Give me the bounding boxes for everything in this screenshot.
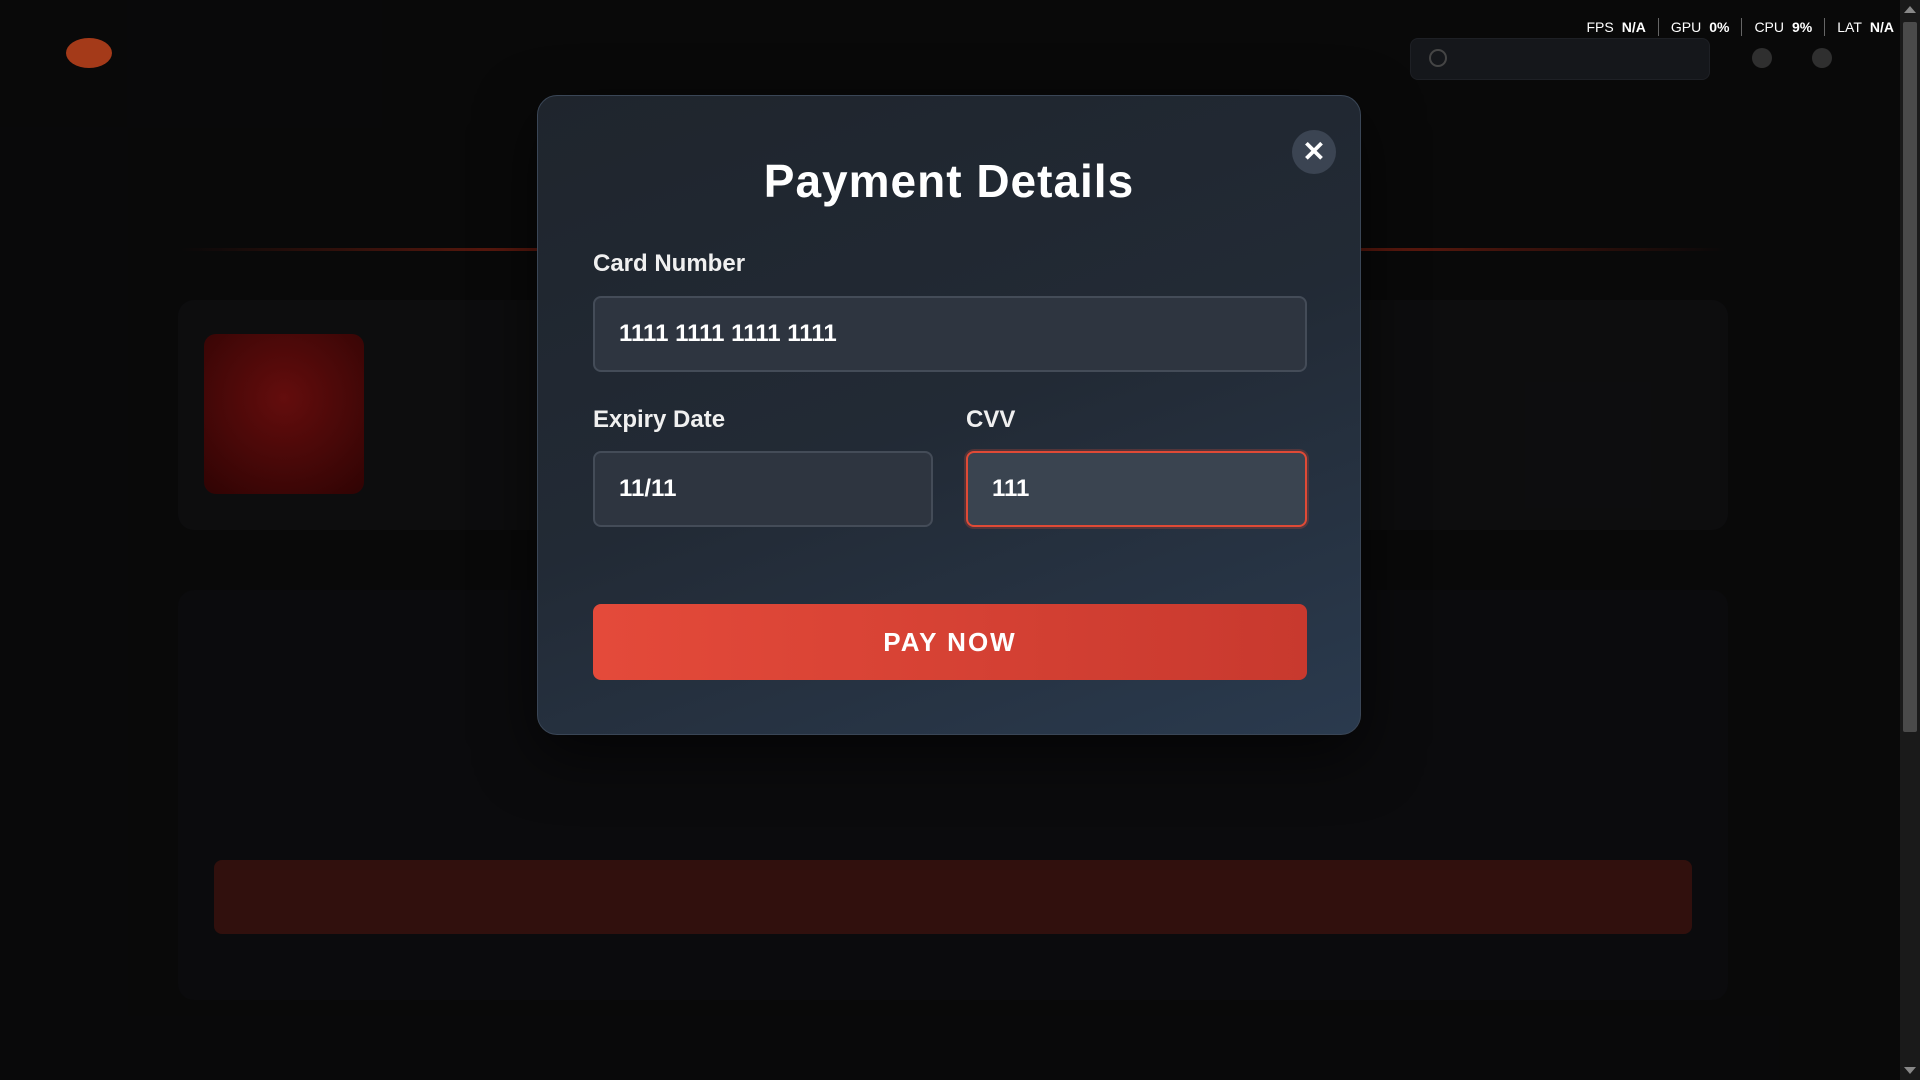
modal-title: Payment Details: [763, 155, 1135, 207]
stat-value: N/A: [1869, 19, 1894, 35]
expiry-date-input[interactable]: [593, 451, 933, 527]
stat-value: N/A: [1621, 19, 1646, 35]
stat-label: FPS: [1586, 19, 1614, 35]
stat-value: 0%: [1709, 19, 1730, 35]
stat-label: CPU: [1754, 19, 1784, 35]
stat-label: GPU: [1670, 19, 1702, 35]
scroll-thumb[interactable]: [1903, 22, 1917, 732]
scroll-down-icon[interactable]: [1904, 1067, 1916, 1074]
card-number-label: Card Number: [593, 250, 746, 277]
performance-stats: FPS N/A GPU 0% CPU 9% LAT N/A: [1575, 18, 1907, 36]
scrollbar[interactable]: [1900, 0, 1920, 1080]
stat-gpu: GPU 0%: [1657, 18, 1742, 36]
scroll-up-icon[interactable]: [1904, 6, 1916, 13]
expiry-date-label: Expiry Date: [593, 406, 726, 433]
cvv-input[interactable]: [966, 451, 1307, 527]
cvv-label: CVV: [966, 406, 1016, 433]
pay-now-button[interactable]: PAY NOW: [593, 604, 1307, 680]
stat-label: LAT: [1837, 19, 1862, 35]
card-number-input[interactable]: [593, 296, 1307, 372]
payment-modal: ✕ Payment Details Card Number Expiry Dat…: [537, 95, 1361, 735]
stat-value: 9%: [1792, 19, 1813, 35]
stat-fps: FPS N/A: [1575, 18, 1658, 36]
stat-latency: LAT N/A: [1824, 18, 1906, 36]
stat-cpu: CPU 9%: [1741, 18, 1824, 36]
